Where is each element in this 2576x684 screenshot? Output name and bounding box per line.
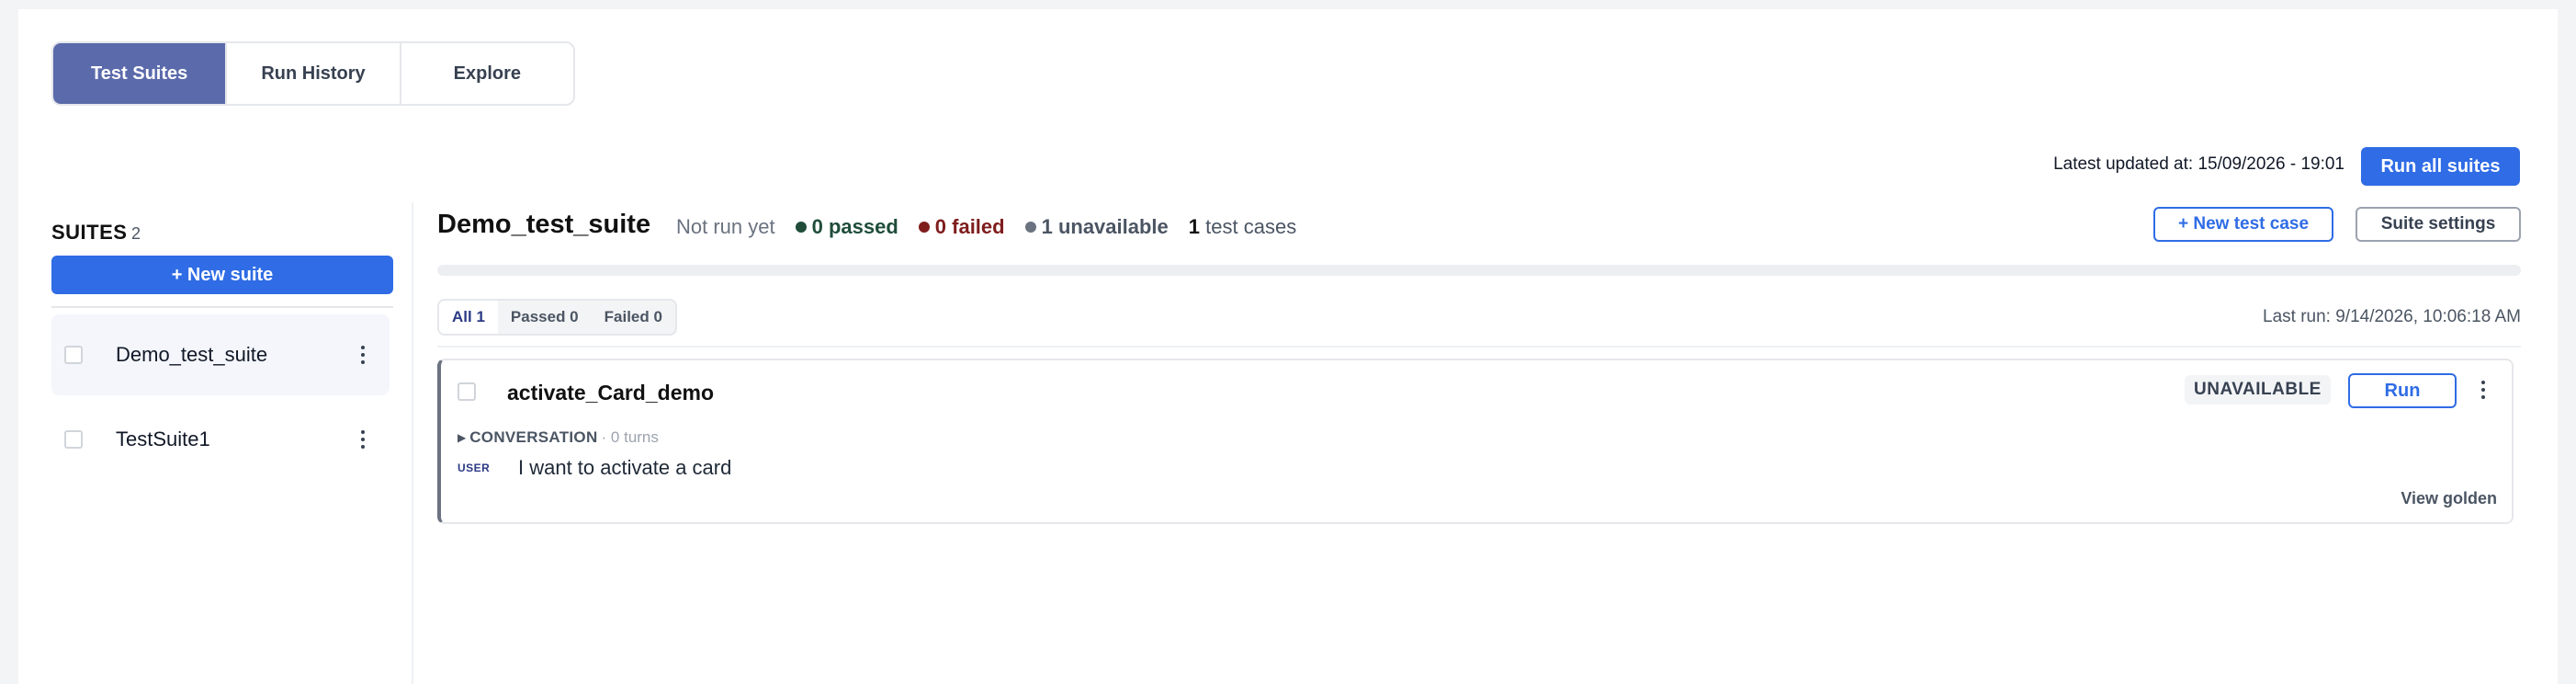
conversation-label: CONVERSATION [469, 428, 598, 446]
turns-count: · 0 turns [601, 428, 659, 446]
more-options-icon[interactable] [349, 430, 377, 449]
new-test-case-button[interactable]: + New test case [2153, 207, 2333, 242]
run-all-suites-button[interactable]: Run all suites [2361, 147, 2520, 186]
tab-explore[interactable]: Explore [401, 43, 573, 104]
unavailable-stat: 1 unavailable [1024, 215, 1169, 239]
suite-title: Demo_test_suite [437, 210, 651, 239]
message-text: I want to activate a card [518, 456, 732, 479]
latest-updated-text: Latest updated at: 15/09/2026 - 19:01 [2053, 154, 2344, 174]
test-case-name: activate_Card_demo [507, 381, 714, 405]
passed-stat: 0 passed [795, 215, 898, 239]
main-tabs: Test Suites Run History Explore [51, 41, 575, 106]
failed-dot-icon [918, 222, 930, 233]
suites-count: 2 [131, 224, 141, 243]
cases-number: 1 [1188, 215, 1201, 238]
conversation-toggle[interactable]: ▶ CONVERSATION · 0 turns [458, 428, 659, 447]
last-run-text: Last run: 9/14/2026, 10:06:18 AM [2263, 307, 2521, 326]
suites-heading: SUITES [51, 221, 128, 244]
failed-stat: 0 failed [918, 215, 1005, 239]
suite-item-testsuite1[interactable]: TestSuite1 [51, 399, 390, 480]
failed-count: 0 failed [934, 215, 1005, 238]
suite-checkbox[interactable] [64, 430, 83, 449]
tab-test-suites[interactable]: Test Suites [53, 43, 228, 104]
caret-right-icon: ▶ [458, 431, 467, 444]
new-suite-button[interactable]: + New suite [51, 256, 393, 294]
suite-progress-bar [437, 265, 2521, 276]
test-case-checkbox[interactable] [458, 382, 476, 401]
unavailable-dot-icon [1024, 222, 1036, 233]
sidebar-divider [412, 202, 413, 684]
filter-all[interactable]: All 1 [439, 301, 498, 334]
suites-sidebar: SUITES 2 + New suite Demo_test_suite Tes… [51, 211, 393, 684]
run-test-case-button[interactable]: Run [2348, 373, 2457, 408]
suite-settings-button[interactable]: Suite settings [2356, 207, 2521, 242]
suite-status-line: Not run yet 0 passed 0 failed 1 unavaila… [676, 215, 1296, 239]
passed-count: 0 passed [811, 215, 898, 238]
main-separator [437, 346, 2521, 348]
test-case-card: activate_Card_demo UNAVAILABLE Run ▶ CON… [437, 359, 2514, 524]
test-cases-count: 1 test cases [1189, 215, 1296, 239]
cases-label: test cases [1205, 215, 1297, 238]
status-badge: UNAVAILABLE [2185, 375, 2331, 405]
more-options-icon[interactable] [2469, 381, 2497, 399]
suite-detail: Demo_test_suite Not run yet 0 passed 0 f… [437, 202, 2521, 684]
sidebar-separator [51, 306, 393, 308]
suite-item-demo-test-suite[interactable]: Demo_test_suite [51, 314, 390, 395]
unavailable-count: 1 unavailable [1041, 215, 1169, 238]
filter-passed[interactable]: Passed 0 [498, 301, 592, 334]
more-options-icon[interactable] [349, 346, 377, 364]
tab-run-history[interactable]: Run History [227, 43, 401, 104]
suite-checkbox[interactable] [64, 346, 83, 364]
result-filters: All 1 Passed 0 Failed 0 [437, 299, 677, 336]
passed-dot-icon [795, 222, 807, 233]
filter-failed[interactable]: Failed 0 [592, 301, 675, 334]
suite-item-name: TestSuite1 [116, 428, 210, 450]
view-golden-link[interactable]: View golden [2401, 489, 2497, 508]
message-role: USER [458, 462, 491, 474]
run-status-text: Not run yet [676, 215, 775, 238]
suite-item-name: Demo_test_suite [116, 343, 268, 366]
